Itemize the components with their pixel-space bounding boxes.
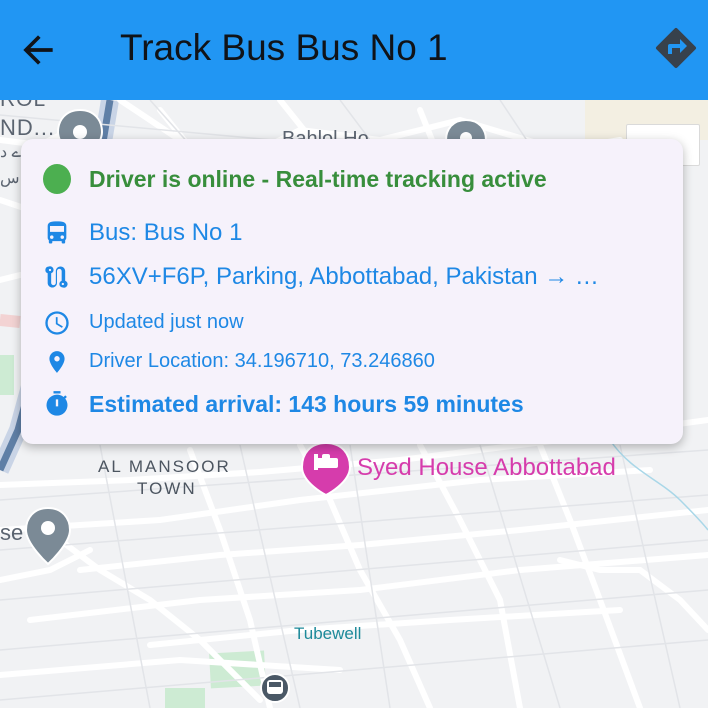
route-text: 56XV+F6P, Parking, Abbottabad, Pakistan … — [89, 263, 599, 290]
bus-label: Bus: Bus No 1 — [89, 219, 243, 246]
map-label-urdu: ے د — [0, 144, 21, 161]
back-button[interactable] — [16, 28, 60, 72]
route-icon — [45, 266, 68, 288]
map-label-al-mansoor: AL MANSOOR — [98, 457, 231, 476]
bus-icon — [47, 221, 67, 244]
eta-text: Estimated arrival: 143 hours 59 minutes — [89, 391, 524, 417]
clock-icon — [45, 311, 69, 335]
map-label-town: TOWN — [137, 479, 197, 498]
map-label-se: se — [0, 520, 24, 545]
map-label-tubewell: Tubewell — [294, 624, 362, 643]
tracking-status-card: Driver is online - Real-time tracking ac… — [21, 139, 683, 444]
timer-icon — [46, 391, 68, 416]
map-label-hotel[interactable]: Syed House Abbottabad — [357, 454, 616, 482]
location-pin-icon — [49, 351, 65, 373]
arrow-back-icon — [23, 35, 53, 65]
updated-text: Updated just now — [89, 311, 244, 333]
map-label-urdu-2: س — [0, 170, 20, 187]
bus-stop-icon[interactable] — [260, 673, 290, 703]
app-bar: Track Bus Bus No 1 — [0, 0, 708, 100]
online-indicator-icon — [43, 164, 71, 194]
driver-status-text: Driver is online - Real-time tracking ac… — [89, 166, 547, 192]
page-title: Track Bus Bus No 1 — [120, 27, 448, 68]
driver-location-text: Driver Location: 34.196710, 73.246860 — [89, 350, 435, 372]
directions-button[interactable] — [652, 24, 700, 72]
directions-icon — [655, 27, 697, 69]
map-label-nd: ND... — [0, 115, 56, 140]
